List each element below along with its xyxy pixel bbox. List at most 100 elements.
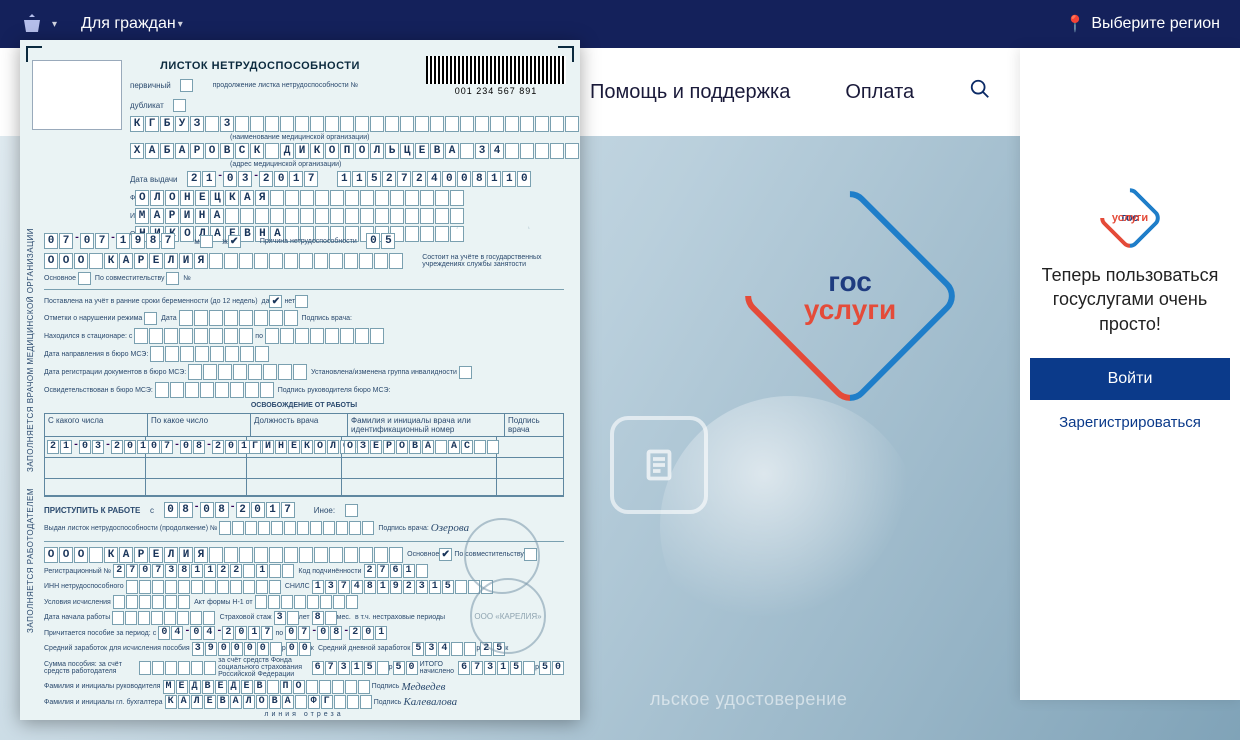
lbl-issued: Выдан листок нетрудоспособности (продолж…: [44, 525, 217, 532]
lbl-date: Дата: [161, 315, 177, 322]
lbl-stazh: Страховой стаж: [220, 614, 272, 621]
avg-k: 00: [286, 642, 311, 656]
lbl-preg: Поставлена на учёт в ранние сроки береме…: [44, 298, 258, 305]
cont-num: [219, 521, 374, 535]
lbl-docsig2: Подпись врача:: [378, 525, 428, 532]
reg-cells: 2707381122 1: [113, 564, 294, 578]
form-title: ЛИСТОК НЕТРУДОСПОСОБНОСТИ: [150, 60, 370, 72]
chk-no: [295, 295, 308, 308]
issue-date-cells: 21-03-2017: [187, 171, 318, 187]
act-cells: [255, 595, 358, 609]
promo-text: Теперь пользоваться госуслугами очень пр…: [1030, 263, 1230, 336]
daily-cells: 534: [412, 642, 476, 656]
chk-f: ✔: [228, 235, 241, 248]
round-stamp-employer: ООО «КАРЕЛИЯ»: [470, 578, 546, 654]
name-cells: МАРИНА: [135, 208, 464, 224]
emp-main: Основное: [407, 551, 439, 558]
th-to: По какое число: [148, 414, 251, 437]
lbl-cond: Условия исчисления: [44, 599, 111, 606]
lbl-msedir: Дата направления в бюро МСЭ:: [44, 351, 148, 358]
search-icon[interactable]: [969, 78, 991, 106]
chk-other: [345, 504, 358, 517]
lbl-head: Фамилия и инициалы руководителя: [44, 683, 160, 690]
chk-part: [166, 272, 179, 285]
chk-duplicate: [173, 99, 186, 112]
viol-date: [179, 310, 298, 326]
sick-leave-form: ЛИСТОК НЕТРУДОСПОСОБНОСТИ 001 234 567 89…: [20, 40, 580, 720]
start-cells: [112, 611, 215, 625]
lbl-disab: Установлена/изменена группа инвалидности: [311, 369, 457, 376]
surname-cells: ОЛОНЕЦКАЯ: [135, 190, 464, 206]
hint-org: (наименование медицинской организации): [230, 134, 579, 141]
gosuslugi-logo: госуслуги: [770, 216, 930, 376]
lbl-from: с: [129, 333, 133, 340]
nav-pay[interactable]: Оплата: [845, 81, 914, 104]
lbl-cause: Причина нетрудоспособ­ности: [260, 238, 357, 245]
lbl-yes: да: [262, 298, 270, 305]
lbl-fss: за счёт средств Фонда социального страхо…: [218, 657, 309, 678]
period-from: 04-04-2017: [158, 626, 273, 640]
fss-cells: 67315: [312, 661, 389, 675]
nav-help[interactable]: Помощь и поддержка: [590, 81, 790, 104]
ogrn-cells: 1152724008110: [337, 171, 531, 187]
register-link[interactable]: Зарегистрироваться: [1030, 414, 1230, 431]
lbl-onreg: Состоит на учёте в государственных учреж…: [422, 254, 542, 268]
hosp-to: [265, 328, 384, 344]
chevron-down-icon[interactable]: ▾: [52, 19, 57, 30]
state-emblem-icon: [20, 12, 44, 36]
resume-date: 08-08-2017: [164, 502, 295, 518]
lbl-docsig: Подпись врача:: [302, 315, 352, 322]
region-label: Выберите регион: [1091, 15, 1220, 33]
r-from: 21-03-2017: [47, 440, 162, 454]
release-title: ОСВОБОЖДЕНИЕ ОТ РАБОТЫ: [44, 402, 564, 409]
period-to: 07-08-201: [285, 626, 387, 640]
audience-switch[interactable]: Для граждан: [81, 15, 176, 33]
lbl-from2: с: [150, 506, 154, 515]
login-button[interactable]: Войти: [1030, 358, 1230, 400]
lbl-other: Иное:: [314, 506, 335, 515]
lbl-num: №: [183, 275, 191, 282]
addr-cells: ХАБАРОВСК ДИКОПОЛЬЦЕВА 34: [130, 143, 579, 159]
hint-addr: (адрес медицинской организации): [230, 161, 579, 168]
lbl-avg: Средний заработок для исчисления пособия: [44, 645, 190, 652]
chk-m: [200, 235, 213, 248]
lbl-hosp: Находился в стационаре:: [44, 333, 127, 340]
sub-cells: 2761: [364, 564, 428, 578]
lbl-resume: ПРИСТУПИТЬ К РАБОТЕ: [44, 506, 140, 515]
stazh-y: 3: [274, 611, 299, 625]
chevron-down-icon[interactable]: ▾: [178, 19, 183, 30]
chk-viol: [144, 312, 157, 325]
org-cells: КГБУЗ 3: [130, 116, 579, 132]
chk-emp-main: ✔: [439, 548, 452, 561]
lbl-mseexam: Освидетельствован в бюро МСЭ:: [44, 387, 153, 394]
side-label-employer: ЗАПОЛНЯЕТСЯ РАБОТОДАТЕЛЕМ: [26, 488, 40, 633]
r-to: 07-08-2017: [148, 440, 263, 454]
lbl-msereg: Дата регистрации документов в бюро МСЭ:: [44, 369, 186, 376]
lbl-sig: Подпись: [372, 683, 400, 690]
th-pos: Должность врача: [251, 414, 348, 437]
cond-cells: [113, 595, 190, 609]
head-cells: МЕДВЕДЕВ ПО: [163, 680, 370, 694]
lbl-acc: Фамилия и инициалы гл. бухгалтера: [44, 699, 163, 706]
photo-placeholder: [32, 60, 122, 130]
cause-cells: 05: [366, 233, 395, 249]
lbl-reg: Регистрационный №: [44, 568, 111, 575]
lbl-start: Дата начала работы: [44, 614, 110, 621]
lbl-sub: Код подчинённости: [298, 568, 361, 575]
lbl-inn: ИНН нетрудоспособного: [44, 583, 124, 590]
acc-cells: КАЛЕВАЛОВА ФГ: [165, 695, 372, 709]
th-from: С какого числа: [45, 414, 148, 437]
region-picker[interactable]: 📍 Выберите регион: [1065, 14, 1220, 34]
total-k: 50: [539, 661, 564, 675]
r-doc: ОЗЕРОВА АС: [344, 440, 499, 454]
lbl-primary: первичный: [130, 81, 171, 90]
release-row: 21-03-2017 07-08-2017 ГИНЕКОЛОГ ОЗЕРОВА …: [45, 437, 563, 458]
head-signature: Медведев: [401, 681, 445, 693]
employer-cells: ООО КАРЕЛИЯ: [44, 253, 403, 269]
cut-line: линия отреза: [44, 711, 564, 718]
lbl-msehead: Подпись руководителя бюро МСЭ:: [278, 387, 391, 394]
fss-k: 50: [393, 661, 418, 675]
lbl-main: Основное: [44, 275, 76, 282]
total-cells: 67315: [458, 661, 535, 675]
lbl-snils: СНИЛС: [285, 583, 310, 590]
